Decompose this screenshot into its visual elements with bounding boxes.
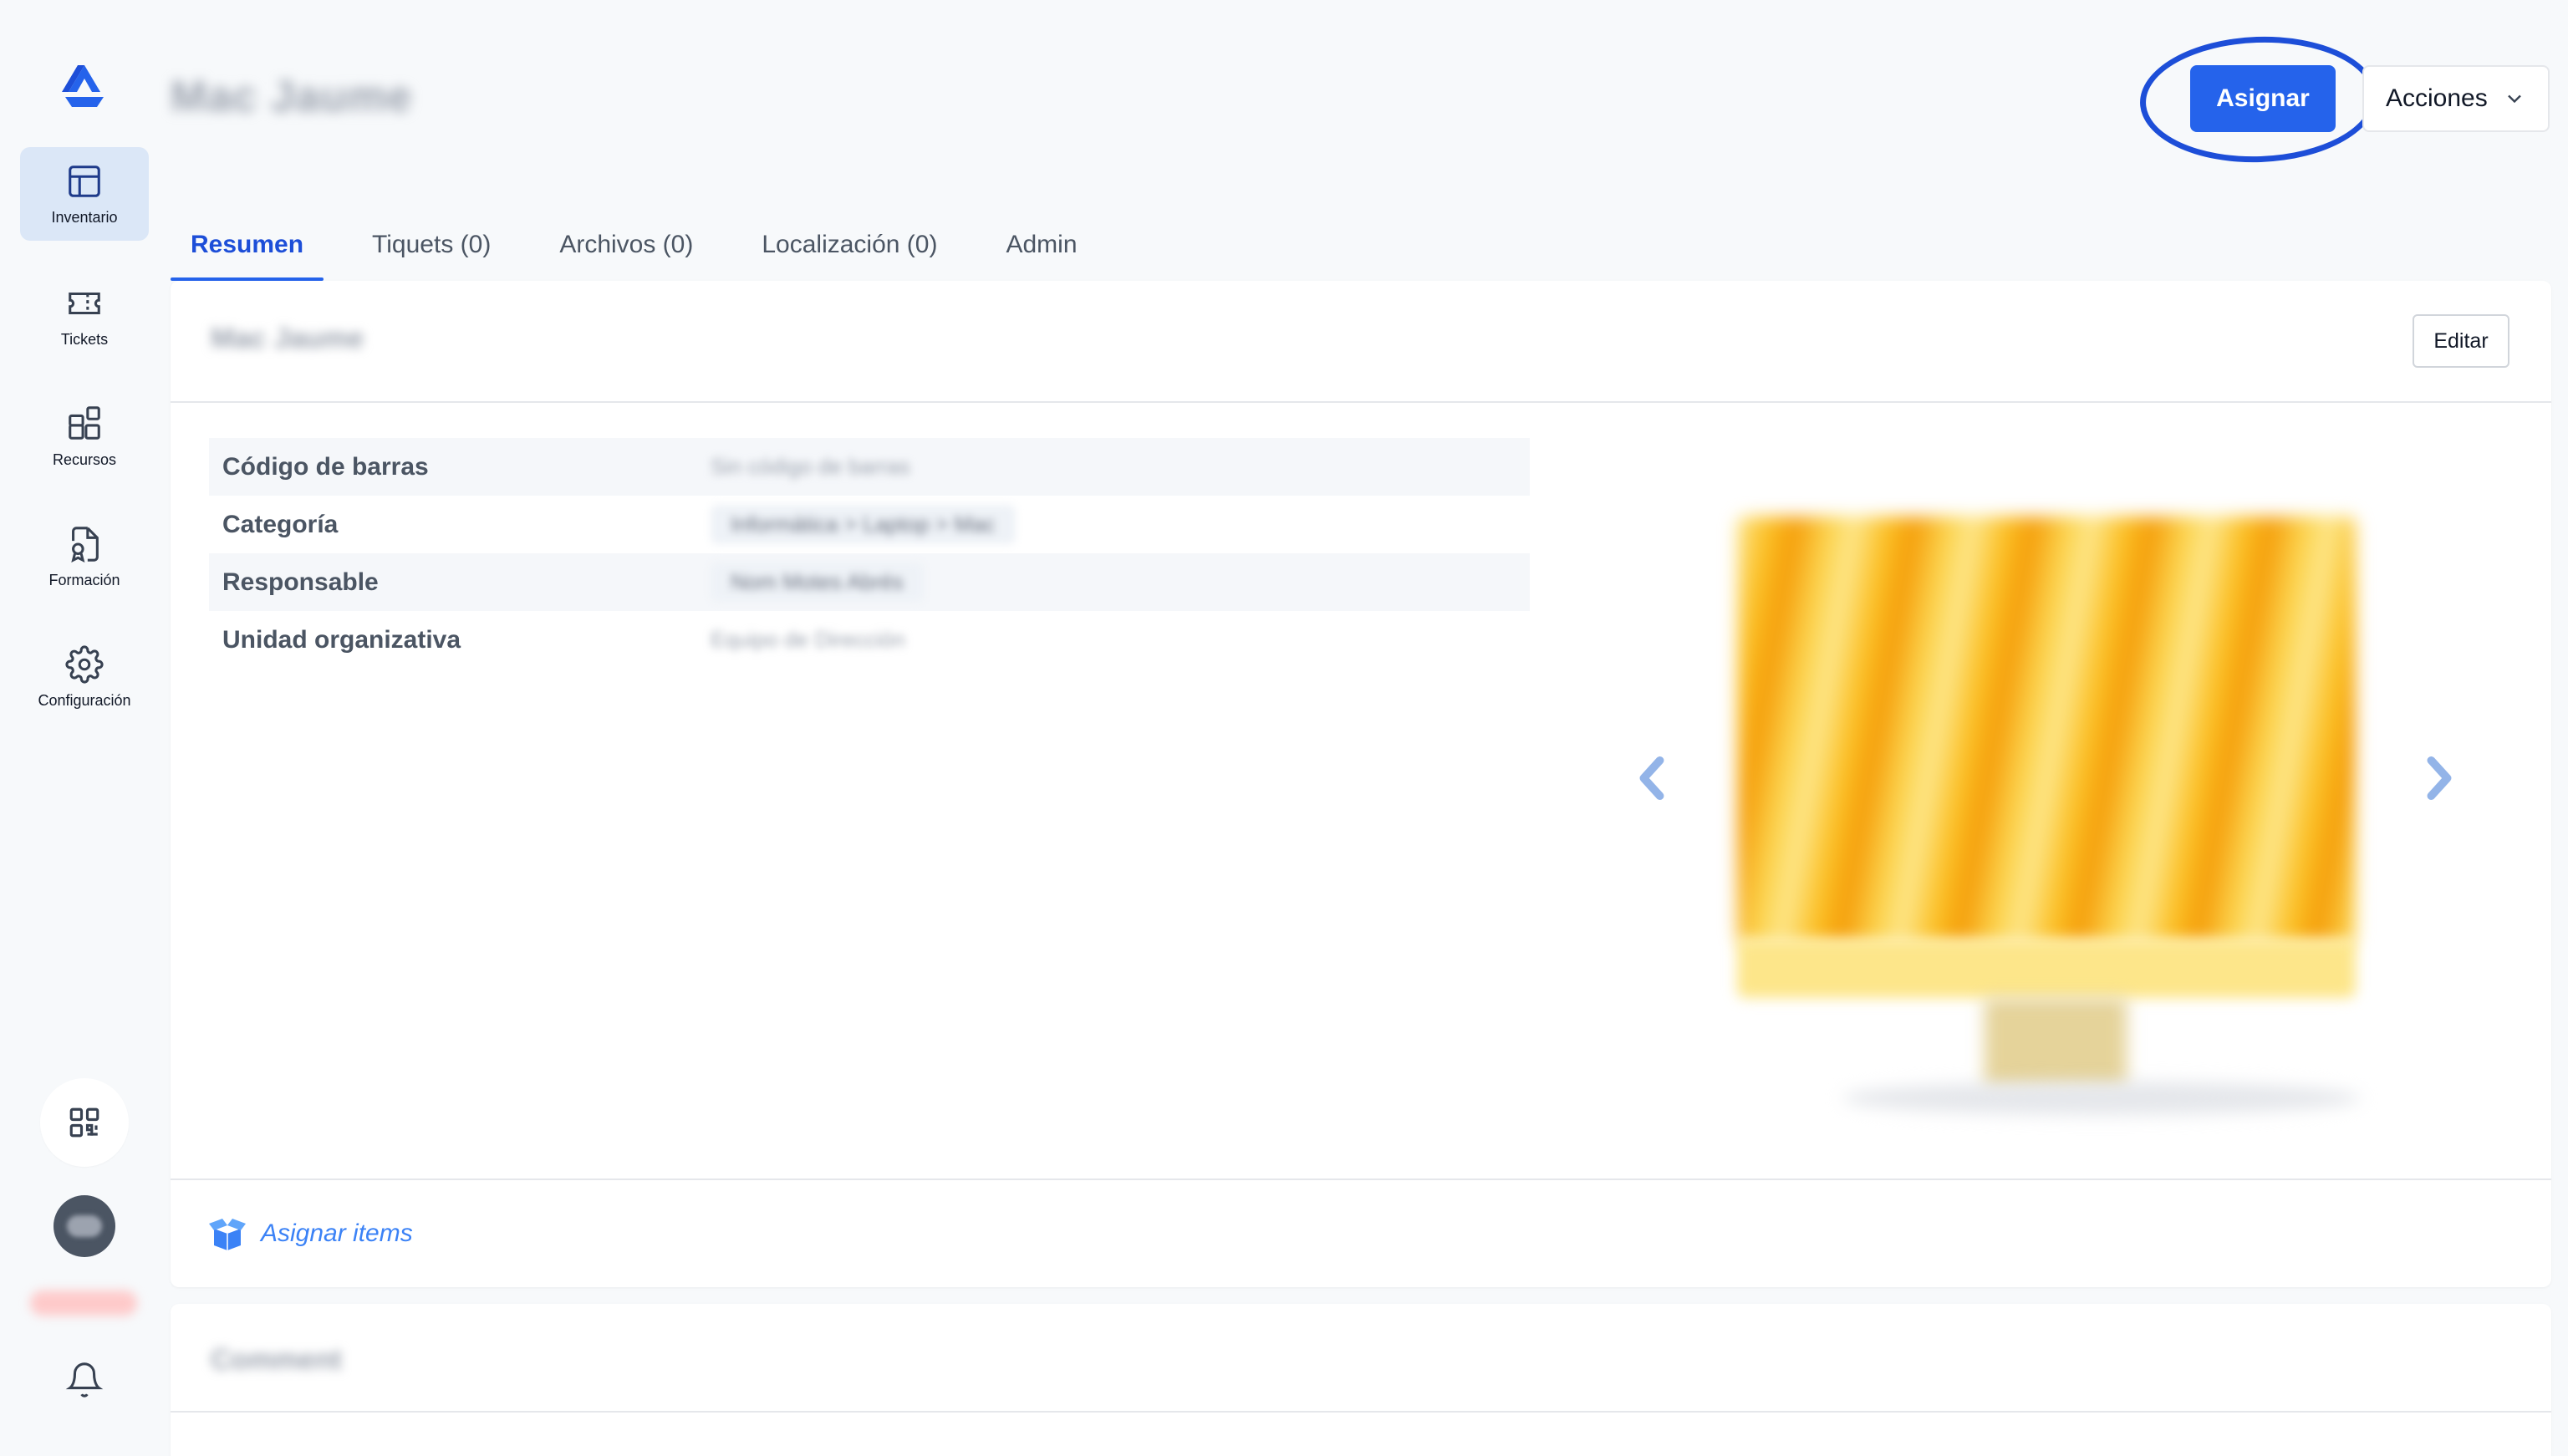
property-key: Responsable	[222, 568, 379, 596]
properties-list: Código de barras Sin código de barras Ca…	[209, 438, 1530, 669]
app-logo-icon[interactable]	[60, 64, 109, 109]
property-value: Equipo de Dirección	[711, 627, 905, 652]
table-grid-icon	[69, 165, 100, 197]
comment-card-title: Comment	[211, 1344, 342, 1376]
avatar[interactable]	[54, 1195, 115, 1257]
box-open-icon	[209, 1219, 246, 1250]
shapes-icon	[69, 405, 100, 440]
chevron-down-icon	[2508, 94, 2521, 104]
monitor-chin	[1737, 939, 2356, 998]
carousel-prev-icon[interactable]	[1635, 756, 1669, 801]
monitor-base	[1842, 1082, 2361, 1115]
tab-admin[interactable]: Admin	[986, 209, 1097, 281]
asset-image	[1725, 505, 2361, 1115]
edit-button[interactable]: Editar	[2413, 314, 2509, 368]
responsible-chip[interactable]: Nom Motes Abrés	[711, 563, 924, 602]
property-key: Unidad organizativa	[222, 625, 461, 654]
bell-icon[interactable]	[65, 1361, 104, 1399]
certificate-icon	[71, 526, 99, 563]
sidebar-item-inventario[interactable]: Inventario	[20, 147, 149, 241]
property-key: Código de barras	[222, 452, 429, 481]
sidebar-item-label: Inventario	[51, 208, 118, 226]
sidebar-item-configuracion[interactable]: Configuración	[20, 630, 149, 724]
summary-card-title: Mac Jaume	[211, 323, 364, 354]
category-chip[interactable]: Informática > Laptop > Mac	[711, 505, 1016, 544]
status-badge	[30, 1291, 137, 1316]
property-row-responsible: Responsable Nom Motes Abrés	[209, 553, 1530, 611]
property-row-org-unit: Unidad organizativa Equipo de Dirección	[209, 611, 1530, 669]
sidebar-item-label: Configuración	[38, 691, 131, 709]
carousel-next-icon[interactable]	[2423, 756, 2456, 801]
qr-code-icon	[69, 1107, 99, 1138]
tab-resumen[interactable]: Resumen	[171, 209, 324, 281]
actions-label: Acciones	[2386, 84, 2488, 112]
comment-card-header: Comment	[171, 1304, 2551, 1413]
actions-dropdown[interactable]: Acciones	[2362, 65, 2550, 132]
property-row-category: Categoría Informática > Laptop > Mac	[209, 496, 1530, 553]
monitor-stand	[1985, 998, 2127, 1090]
tab-localizacion[interactable]: Localización (0)	[741, 209, 957, 281]
property-value: Sin código de barras	[711, 454, 910, 479]
assign-button[interactable]: Asignar	[2190, 65, 2336, 132]
qr-code-button[interactable]	[40, 1078, 129, 1167]
summary-card: Mac Jaume Editar Código de barras Sin có…	[171, 281, 2551, 1287]
summary-card-footer: Asignar items	[171, 1179, 2551, 1287]
sidebar-item-label: Tickets	[60, 330, 109, 348]
sidebar: Inventario Tickets Recursos Formación Co…	[0, 0, 169, 1456]
gear-icon	[65, 644, 104, 684]
sidebar-item-label: Formación	[48, 571, 120, 588]
sidebar-item-formacion[interactable]: Formación	[20, 510, 149, 603]
comment-card: Comment	[171, 1304, 2551, 1456]
page-title: Mac Jaume	[171, 73, 413, 121]
monitor-screen	[1737, 517, 2356, 943]
ticket-icon	[69, 292, 100, 314]
tab-bar: Resumen Tiquets (0) Archivos (0) Localiz…	[171, 209, 1126, 281]
assign-items-label: Asignar items	[261, 1219, 413, 1247]
tab-tiquets[interactable]: Tiquets (0)	[352, 209, 511, 281]
sidebar-item-label: Recursos	[52, 451, 117, 468]
property-row-barcode: Código de barras Sin código de barras	[209, 438, 1530, 496]
property-key: Categoría	[222, 510, 339, 538]
assign-items-link[interactable]: Asignar items	[209, 1217, 413, 1250]
summary-card-header: Mac Jaume Editar	[171, 281, 2551, 403]
sidebar-item-recursos[interactable]: Recursos	[20, 389, 149, 483]
tab-archivos[interactable]: Archivos (0)	[539, 209, 713, 281]
sidebar-item-tickets[interactable]: Tickets	[20, 269, 149, 363]
